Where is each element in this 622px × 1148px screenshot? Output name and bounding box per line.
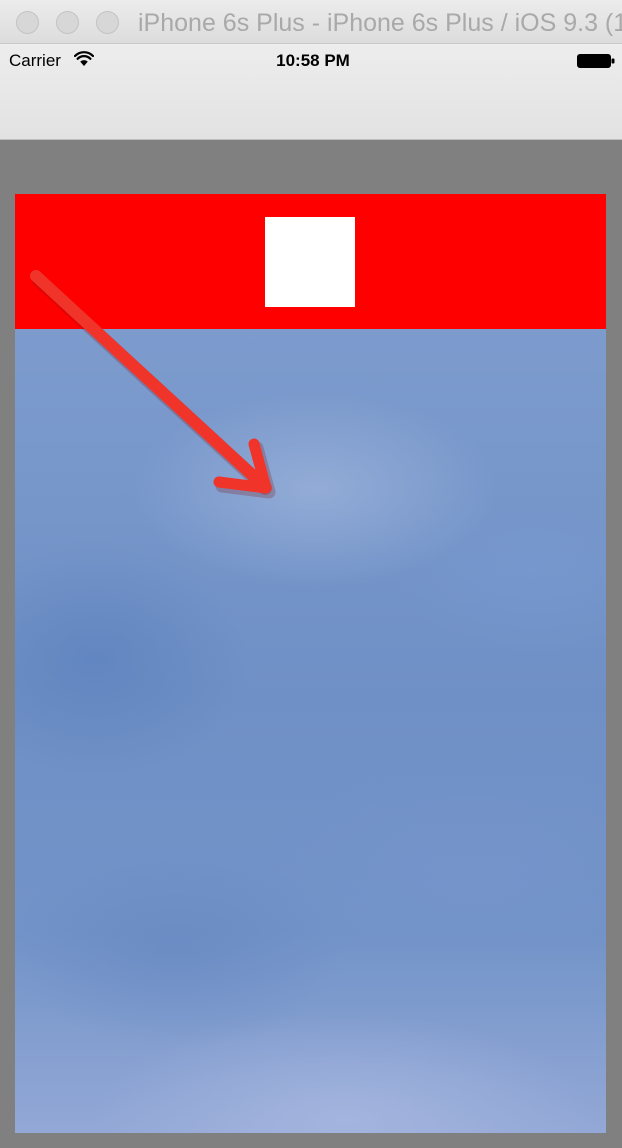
simulator-window: iPhone 6s Plus - iPhone 6s Plus / iOS 9.… xyxy=(0,0,622,1148)
close-window-button[interactable] xyxy=(16,11,39,34)
ios-status-bar: Carrier 10:58 PM xyxy=(0,44,622,140)
zoom-window-button[interactable] xyxy=(96,11,119,34)
window-title: iPhone 6s Plus - iPhone 6s Plus / iOS 9.… xyxy=(138,9,622,37)
minimize-window-button[interactable] xyxy=(56,11,79,34)
status-time: 10:58 PM xyxy=(276,51,350,70)
sky-background-image xyxy=(15,329,606,1133)
app-content xyxy=(15,194,606,1133)
battery-icon xyxy=(577,54,615,68)
window-titlebar: iPhone 6s Plus - iPhone 6s Plus / iOS 9.… xyxy=(0,0,622,44)
red-header-view xyxy=(15,194,606,329)
white-square-view xyxy=(265,217,355,307)
